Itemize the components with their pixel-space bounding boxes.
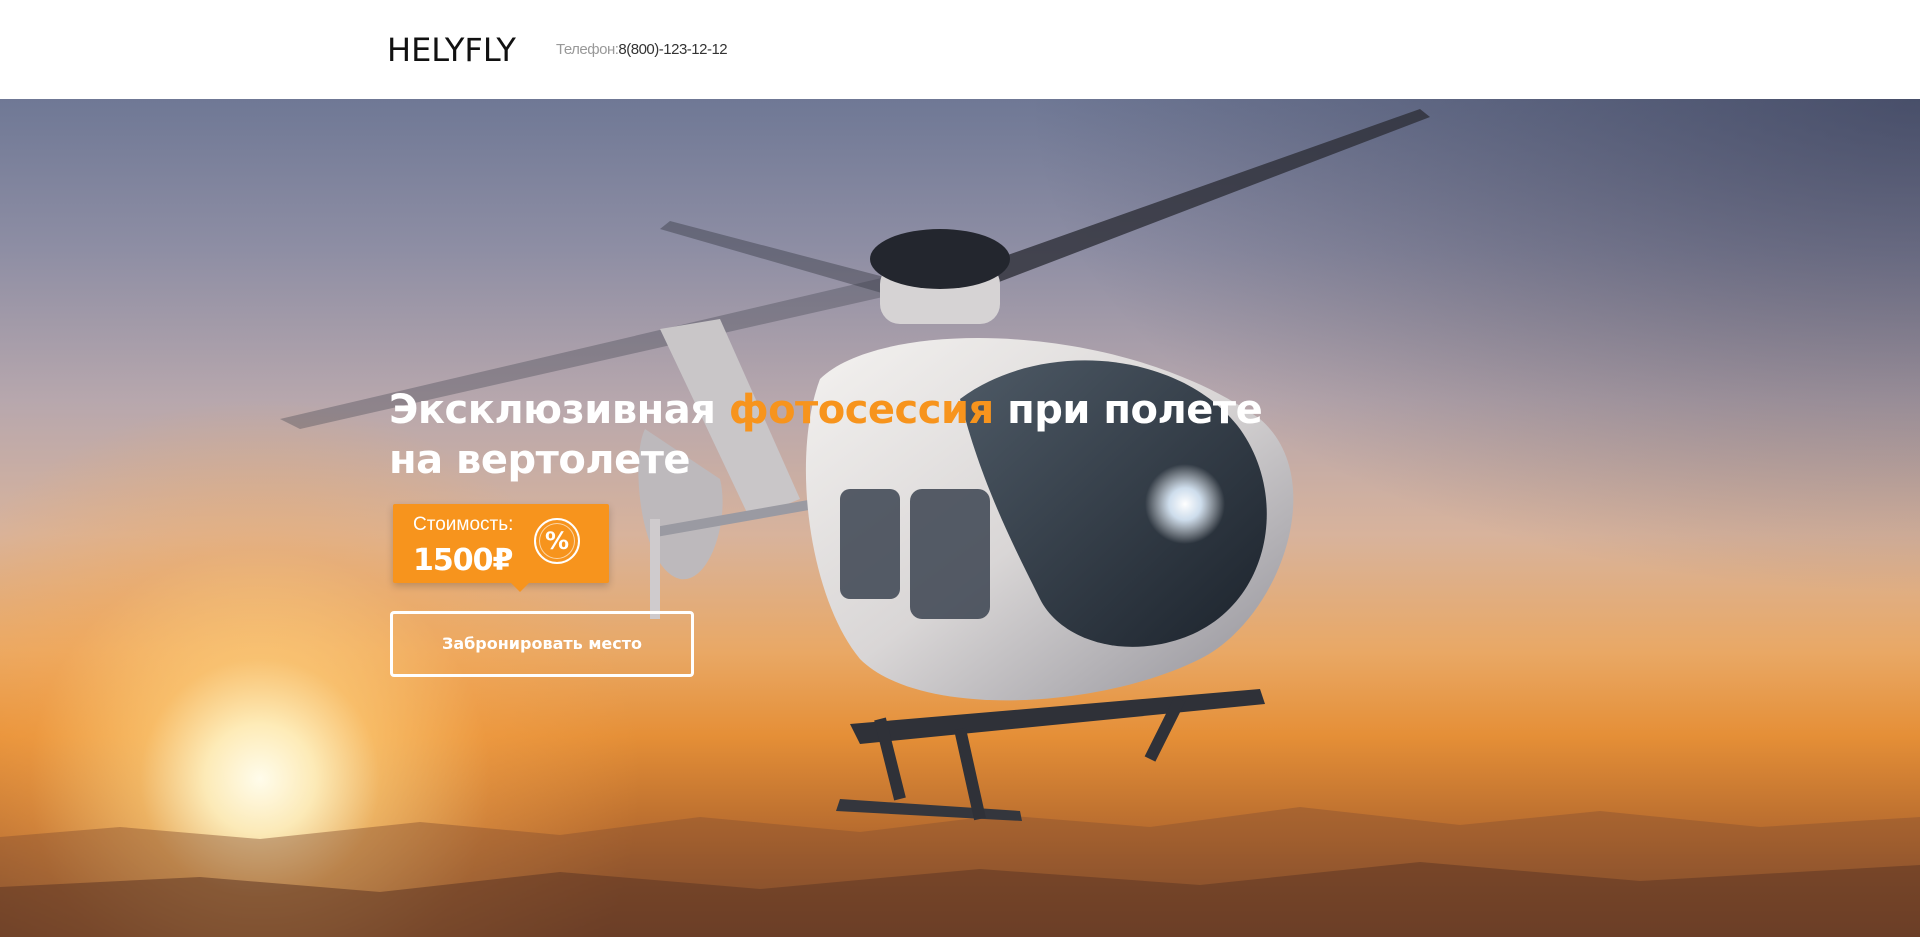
logo[interactable]: HELYFLY [387,30,516,70]
book-seat-button[interactable]: Забронировать место [390,611,694,677]
hero-section: Эксклюзивная фотосессия при полете на ве… [0,99,1920,937]
price-label: Стоимость: [413,514,514,535]
hero-title-accent: фотосессия [728,387,994,433]
price-badge: Стоимость: 1500₽ % [393,504,609,592]
hero-title: Эксклюзивная фотосессия при полете на ве… [389,385,1289,485]
percent-icon: % [534,518,580,564]
price-value: 1500₽ [413,543,513,578]
phone-label: Телефон: [556,41,619,58]
hero-title-part1: Эксклюзивная [389,387,729,433]
phone-number-link[interactable]: 8(800)-123-12-12 [618,41,727,58]
phone-contact: Телефон:8(800)-123-12-12 [556,41,728,59]
site-header: HELYFLY Телефон:8(800)-123-12-12 [0,0,1920,99]
